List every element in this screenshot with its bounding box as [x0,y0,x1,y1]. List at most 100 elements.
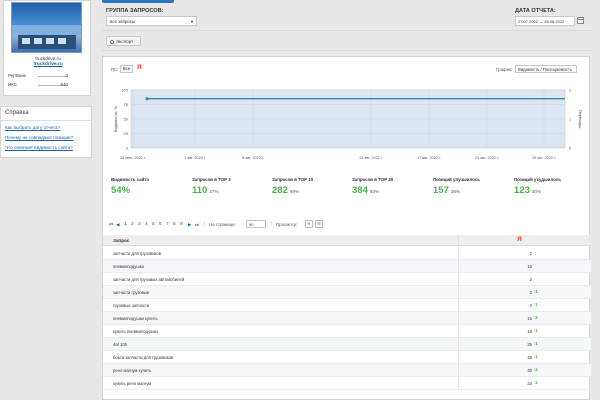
position-change: ↑1 [533,328,538,333]
metric-value: 540 [60,82,68,87]
table-row[interactable]: запчасти для грузовиков 2 [103,247,591,260]
query-group-label: ГРУППА ЗАПРОСОВ: [106,8,164,14]
x-tick-label: 17 авг. 2022 г. [417,156,441,160]
divider [102,30,591,31]
page-1[interactable]: 1 [124,222,127,227]
report-date-input[interactable]: 27.07.2022 — 26.08.2022 [515,16,575,26]
position-change: ↑2 [533,380,538,385]
query-text: пневмоподушка [113,264,144,269]
page-8[interactable]: 8 [173,222,176,227]
metric-value: 0 [65,73,68,78]
pager-separator: | [204,222,206,227]
main-content: ГРУППА ЗАПРОСОВ: все запросы ▼ ДАТА ОТЧЕ… [97,0,600,400]
active-tab-indicator[interactable] [102,0,174,3]
page-6[interactable]: 6 [159,222,162,227]
stat-value: 157 [433,184,449,196]
table-row[interactable]: рено магнум купить 30 ↑2 [103,364,591,377]
position-value: 34 [527,381,532,386]
y-tick-label: 75 [124,102,129,107]
y-tick-label: 25 [124,131,129,136]
series-point [145,97,149,101]
help-link-positions[interactable]: Почему не совпадают позиции? [5,135,73,140]
next-page-icon[interactable]: ▶ [188,222,192,228]
query-text: купить рено магнум [113,381,152,386]
stat-pct: 69% [289,188,300,194]
prev-page-icon[interactable]: ◀ [116,222,120,228]
metric-rank: РејтБанк 0 [8,73,88,79]
query-text: рено магнум купить [113,368,152,373]
position-value: 16 [527,316,532,321]
page-4[interactable]: 4 [145,222,148,227]
table-row[interactable]: бокса запчасти для грузовиков 46 ↑1 [103,351,591,364]
query-group-select[interactable]: все запросы ▼ [106,16,197,26]
stat-pct: 30% [531,188,542,194]
yandex-view-icon[interactable]: Я [305,220,313,228]
page-7[interactable]: 7 [166,222,169,227]
query-text: запчасти для грузовых автомобилей [113,277,185,282]
chevron-down-icon: ▼ [190,19,194,24]
position-change: ↑2 [533,315,538,320]
divider [102,50,591,51]
position-value: 2 [529,277,532,282]
table-row[interactable]: пневмоподушки купить 16 ↑2 [103,312,591,325]
site-link[interactable]: truckdrive.ru [4,62,92,67]
position-value: 46 [527,355,532,360]
export-label: Экспорт [116,39,134,44]
per-page-value: 50 [249,222,254,227]
position-change: ↑1 [533,289,538,294]
visibility-chart: 0 25 50 75 100 0 1 2 26 июл. 2022 г. 1 авг. 2022 … [113,88,583,161]
site-card: truckdrive.ru truckdrive.ru РејтБанк 0 И… [3,0,91,96]
position-value: 2 [529,251,532,256]
y2-tick-label: 1 [569,117,572,122]
table-row[interactable]: запчасти грузовые 2 ↑1 [103,286,591,299]
stat-label: Запросов в ТОР 3 [192,177,231,182]
help-link-visibility[interactable]: Что означает видимость сайта? [5,145,73,150]
y-tick-label: 0 [126,146,129,151]
query-text: daf 105 [113,342,127,347]
table-row[interactable]: запчасти для грузовых автомобилей 2 [103,273,591,286]
header-query[interactable]: Запрос [113,238,129,243]
stat-pct: 38% [450,188,461,194]
site-thumbnail[interactable] [11,2,82,53]
first-page-icon[interactable]: ⏮ [109,222,113,227]
stat-top3: Запросов в ТОР 3 110 27% [192,177,272,196]
per-page-select[interactable]: 50 [246,220,266,228]
position-change: ↑1 [533,341,538,346]
position-value: 2 [529,290,532,295]
position-value: 2 [529,303,532,308]
table-row[interactable]: пневмоподушка 13 [103,260,591,273]
columns-view-icon[interactable]: ☷ [315,220,323,228]
table-row[interactable]: грузовые запчасти 2 ↑1 [103,299,591,312]
table-row[interactable]: daf 105 25 ↑1 [103,338,591,351]
stat-label: Позиций улучшилось [433,177,480,182]
page-3[interactable]: 3 [138,222,141,227]
x-tick-label: 5 авг. 2022 г. [242,156,264,160]
table-row[interactable]: купить рено магнум 34 ↑2 [103,377,591,390]
calendar-icon[interactable] [577,17,584,24]
position-change: ↑2 [533,367,538,372]
page-9[interactable]: 9 [180,222,183,227]
help-link-report-date[interactable]: Как выбрать дату отчета? [5,125,60,130]
help-title: Справка [5,110,29,116]
export-button[interactable]: Экспорт [106,36,141,46]
stat-value: 384 [352,184,368,196]
stat-value: 123 [514,184,530,196]
pager-separator: | [271,222,273,227]
report-panel: ПС: Все Я График: Видимость / Посещаемос… [102,56,591,400]
yandex-column-icon[interactable]: Я [517,236,522,243]
stat-value: 110 [192,184,208,196]
y-tick-label: 50 [124,117,129,122]
per-page-label: На странице: [209,222,236,227]
last-page-icon[interactable]: ⏭ [195,222,199,227]
page-2[interactable]: 2 [131,222,134,227]
y2-tick-label: 0 [569,146,572,151]
metric-label: РејтБанк [8,73,26,78]
table-row[interactable]: купить пневмоподушки 19 ↑1 [103,325,591,338]
site-domain: truckdrive.ru [35,56,61,61]
stat-label: Позиций ухудшилось [514,177,561,182]
query-text: пневмоподушки купить [113,316,158,321]
position-value: 25 [527,342,532,347]
page-5[interactable]: 5 [152,222,155,227]
pagination: ⏮ ◀ 1 2 3 4 5 6 7 8 9 ▶ ⏭ | На странице:… [103,220,591,231]
x-tick-label: 26 июл. 2022 г. [120,156,146,160]
